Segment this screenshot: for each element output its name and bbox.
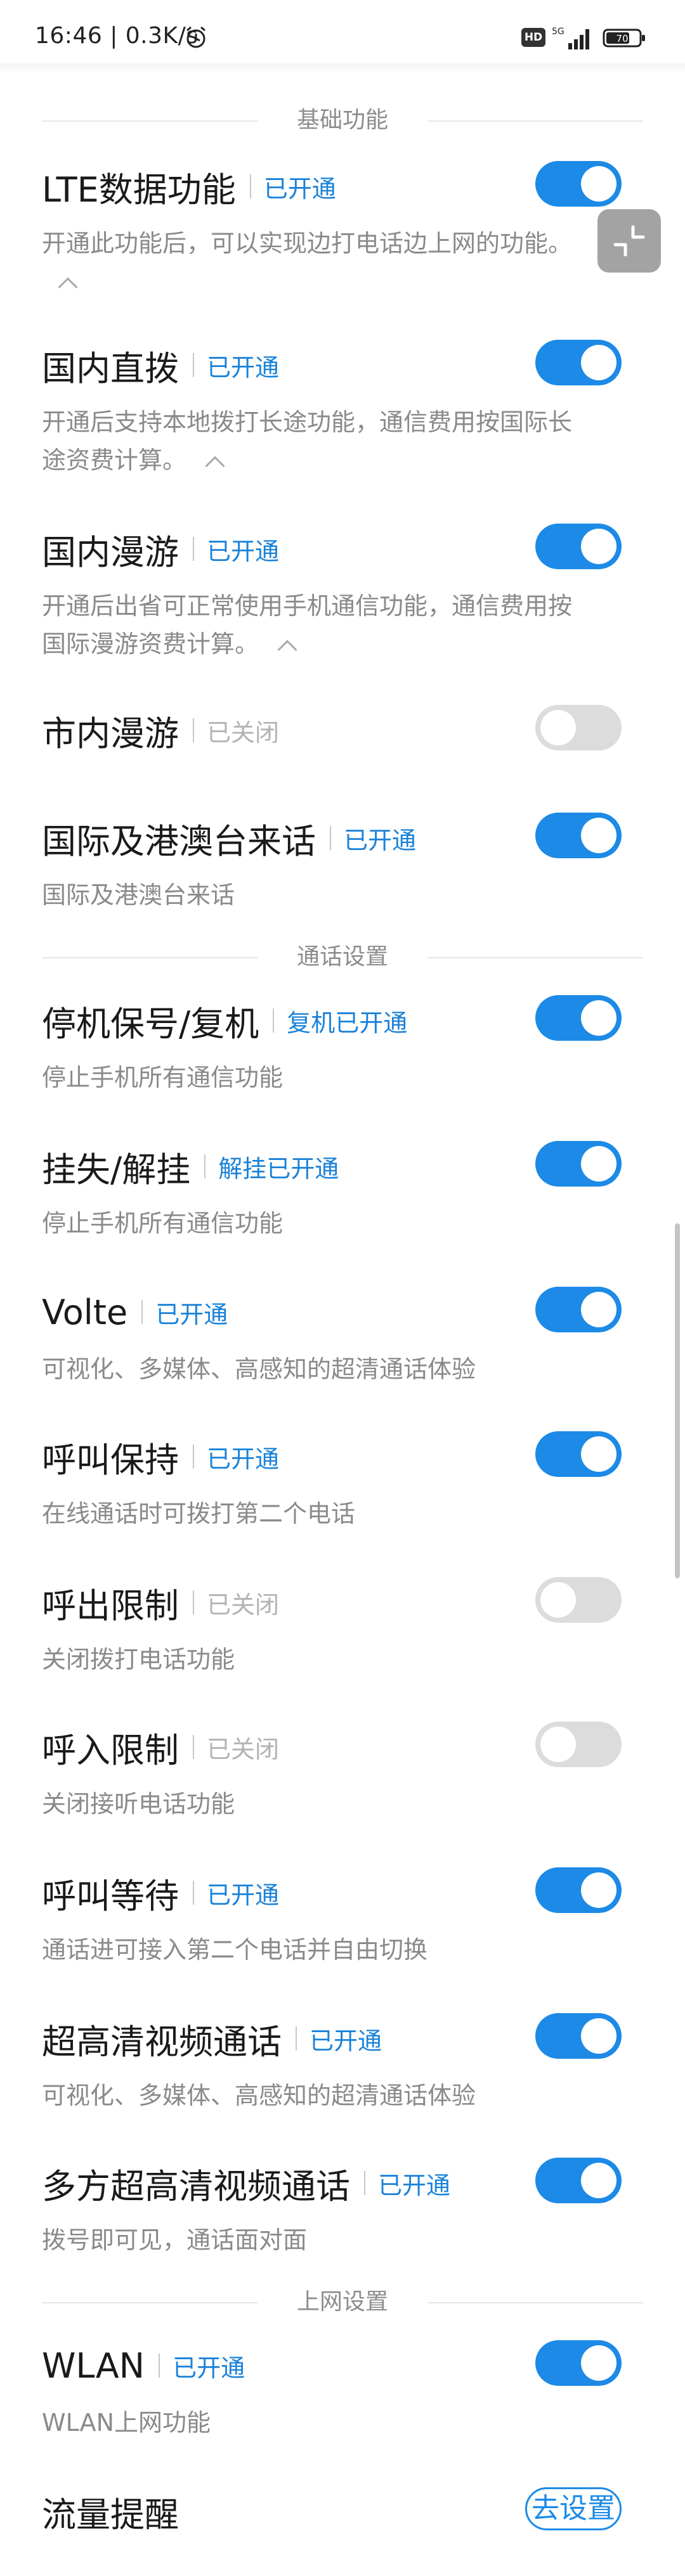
setting-status: 已开通 bbox=[155, 1300, 228, 1329]
suspend-resume-toggle[interactable] bbox=[535, 995, 622, 1041]
setting-status: 已开通 bbox=[207, 537, 280, 565]
setting-description: 国际及港澳台来话 bbox=[42, 881, 235, 909]
setting-title: WLAN bbox=[42, 2345, 145, 2386]
setting-description: 关闭拨打电话功能 bbox=[42, 1645, 235, 1673]
lte-toggle[interactable] bbox=[535, 161, 622, 207]
hd-voice-icon: HD bbox=[521, 28, 545, 47]
collapse-caret-icon[interactable] bbox=[205, 455, 225, 476]
setting-title: 呼叫保持 bbox=[42, 1439, 179, 1480]
domestic-roaming-toggle[interactable] bbox=[535, 524, 622, 569]
alarm-clock-icon bbox=[186, 26, 206, 48]
section-label: 上网设置 bbox=[296, 2289, 388, 2315]
wlan-toggle[interactable] bbox=[535, 2340, 622, 2386]
setting-status: 解挂已开通 bbox=[218, 1154, 339, 1183]
setting-status: 已开通 bbox=[344, 826, 417, 854]
setting-title: 多方超高清视频通话 bbox=[42, 2166, 350, 2206]
local-roaming-toggle[interactable] bbox=[535, 705, 622, 750]
setting-description: 开通此功能后，可以实现边打电话边上网的功能。 bbox=[42, 224, 613, 300]
setting-status: 复机已开通 bbox=[287, 1008, 408, 1037]
setting-description: 在线通话时可拨打第二个电话 bbox=[42, 1500, 356, 1528]
international-incoming-toggle[interactable] bbox=[535, 813, 622, 858]
setting-title: 国内直拨 bbox=[42, 348, 179, 389]
section-header-basic: 基础功能 bbox=[42, 108, 643, 133]
setting-status: 已关闭 bbox=[207, 1590, 280, 1619]
battery-icon: 70 bbox=[603, 29, 645, 48]
setting-title: 流量提醒 bbox=[42, 2494, 179, 2535]
setting-description: 开通后支持本地拨打长途功能，通信费用按国际长 途资费计算。 bbox=[42, 403, 613, 479]
multi-party-hd-video-call-toggle[interactable] bbox=[535, 2158, 622, 2203]
setting-title: 呼入限制 bbox=[42, 1730, 179, 1770]
setting-title: 呼出限制 bbox=[42, 1585, 179, 1626]
setting-description: 停止手机所有通信功能 bbox=[42, 1209, 284, 1237]
setting-status: 已开通 bbox=[207, 1445, 280, 1473]
report-loss-toggle[interactable] bbox=[535, 1141, 622, 1187]
section-header-internet: 上网设置 bbox=[42, 2289, 643, 2315]
setting-status: 已开通 bbox=[173, 2354, 245, 2382]
setting-description: 停止手机所有通信功能 bbox=[42, 1064, 284, 1092]
setting-status: 已开通 bbox=[378, 2171, 451, 2199]
setting-description: 开通后出省可正常使用手机通信功能，通信费用按 国际漫游资费计算。 bbox=[42, 587, 613, 663]
setting-description: 可视化、多媒体、高感知的超清通话体验 bbox=[42, 2082, 476, 2109]
volte-toggle[interactable] bbox=[535, 1287, 622, 1332]
setting-title: 国内漫游 bbox=[42, 532, 179, 572]
setting-description: WLAN上网功能 bbox=[42, 2409, 211, 2437]
network-type: 5G bbox=[552, 27, 564, 37]
setting-status: 已关闭 bbox=[207, 1735, 280, 1763]
setting-status: 已开通 bbox=[207, 353, 280, 382]
setting-description: 通话进可接入第二个电话并自由切换 bbox=[42, 1936, 428, 1964]
section-header-call: 通话设置 bbox=[42, 944, 643, 970]
setting-title: 挂失/解挂 bbox=[42, 1149, 191, 1190]
signal-strength-icon: 5G bbox=[552, 27, 589, 49]
setting-title: 呼叫等待 bbox=[42, 1876, 179, 1916]
domestic-direct-dial-toggle[interactable] bbox=[535, 340, 622, 385]
call-hold-toggle[interactable] bbox=[535, 1431, 622, 1477]
collapse-caret-icon[interactable] bbox=[58, 276, 78, 297]
header-shadow bbox=[0, 63, 685, 74]
setting-title: 市内漫游 bbox=[42, 713, 179, 754]
call-waiting-toggle[interactable] bbox=[535, 1867, 622, 1913]
hd-video-call-toggle[interactable] bbox=[535, 2013, 622, 2059]
setting-status: 已开通 bbox=[310, 2026, 382, 2055]
setting-status: 已开通 bbox=[207, 1881, 280, 1909]
setting-title: 停机保号/复机 bbox=[42, 1003, 259, 1044]
setting-description: 关闭接听电话功能 bbox=[42, 1790, 235, 1818]
battery-level: 70 bbox=[616, 33, 628, 44]
collapse-arrows-icon bbox=[613, 225, 645, 257]
status-time: 16:46 | 0.3K/s bbox=[35, 23, 199, 49]
floating-collapse-button[interactable] bbox=[597, 209, 661, 273]
section-label: 基础功能 bbox=[296, 107, 388, 133]
outgoing-restriction-toggle[interactable] bbox=[535, 1577, 622, 1623]
setting-title: 超高清视频通话 bbox=[42, 2021, 282, 2062]
setting-title: Volte bbox=[42, 1292, 128, 1332]
incoming-restriction-toggle[interactable] bbox=[535, 1722, 622, 1767]
setting-status: 已开通 bbox=[263, 174, 336, 203]
setting-title: 国际及港澳台来话 bbox=[42, 821, 316, 861]
setting-title: LTE数据功能 bbox=[42, 169, 236, 210]
scrollbar[interactable] bbox=[675, 1223, 680, 1578]
go-settings-button[interactable]: 去设置 bbox=[525, 2487, 622, 2530]
setting-description: 拨号即可见，通话面对面 bbox=[42, 2226, 308, 2254]
status-bar: 16:46 | 0.3K/s HD 5G 70 bbox=[0, 0, 685, 70]
setting-status: 已关闭 bbox=[207, 718, 280, 747]
setting-description: 可视化、多媒体、高感知的超清通话体验 bbox=[42, 1355, 476, 1383]
section-label: 通话设置 bbox=[296, 944, 388, 970]
collapse-caret-icon[interactable] bbox=[277, 639, 297, 660]
